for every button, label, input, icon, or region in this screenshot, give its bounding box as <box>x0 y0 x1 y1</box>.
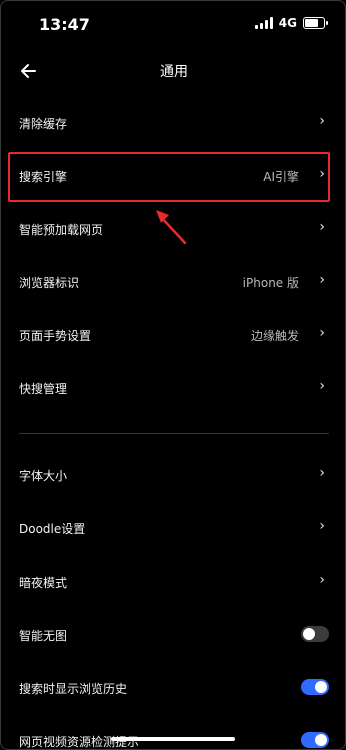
toggle-switch[interactable] <box>301 732 329 748</box>
chevron-right-icon: › <box>319 219 325 235</box>
settings-row-clear-cache[interactable]: 清除缓存 › <box>1 98 345 150</box>
toggle-knob <box>303 628 315 640</box>
status-bar: 13:47 4G <box>1 1 345 49</box>
settings-row-quick-search[interactable]: 快搜管理 › <box>1 363 345 415</box>
chevron-right-icon: › <box>319 572 325 588</box>
settings-row-label: Doodle设置 <box>19 522 86 536</box>
settings-row-label: 浏览器标识 <box>19 276 80 290</box>
chevron-right-icon: › <box>319 465 325 481</box>
network-type: 4G <box>278 16 297 30</box>
chevron-right-icon: › <box>319 325 325 341</box>
toggle-switch[interactable] <box>301 679 329 695</box>
settings-row-smart-no-image[interactable]: 智能无图 <box>1 610 345 662</box>
settings-row-label: 智能无图 <box>19 629 68 643</box>
toggle-knob <box>315 734 327 746</box>
settings-row-label: 智能预加载网页 <box>19 223 104 237</box>
settings-row-font-size[interactable]: 字体大小 › <box>1 450 345 502</box>
settings-row-label: 页面手势设置 <box>19 329 92 343</box>
settings-row-label: 字体大小 <box>19 469 68 483</box>
settings-row-label: 清除缓存 <box>19 117 68 131</box>
page-title: 通用 <box>160 64 188 80</box>
settings-row-value: iPhone 版 <box>242 276 299 290</box>
settings-row-night-mode[interactable]: 暗夜模式 › <box>1 557 345 609</box>
home-indicator <box>111 737 235 741</box>
annotation-highlight-box <box>8 152 330 202</box>
status-time: 13:47 <box>39 15 90 34</box>
chevron-right-icon: › <box>319 518 325 534</box>
settings-row-doodle-settings[interactable]: Doodle设置 › <box>1 503 345 555</box>
settings-row-value: 边缘触发 <box>250 329 299 343</box>
settings-row-label: 搜索时显示浏览历史 <box>19 682 128 696</box>
settings-row-label: 暗夜模式 <box>19 576 68 590</box>
chevron-right-icon: › <box>319 272 325 288</box>
settings-row-gesture-settings[interactable]: 页面手势设置 边缘触发 › <box>1 310 345 362</box>
settings-row-browser-id[interactable]: 浏览器标识 iPhone 版 › <box>1 257 345 309</box>
settings-row-label: 网页视频资源检测提示 <box>19 735 140 749</box>
nav-bar: 通用 <box>1 51 345 91</box>
battery-icon <box>303 17 328 29</box>
chevron-right-icon: › <box>319 113 325 129</box>
annotation-arrow-icon <box>156 210 187 245</box>
status-indicators: 4G <box>254 16 328 30</box>
settings-row-show-history[interactable]: 搜索时显示浏览历史 <box>1 663 345 715</box>
toggle-knob <box>315 681 327 693</box>
settings-row-label: 快搜管理 <box>19 382 68 396</box>
phone-frame: 13:47 4G 通用 清除缓存 › 搜索引擎 AI引擎 › 智能预加载网页 › 浏览器标识 i… <box>0 0 346 750</box>
section-divider <box>19 433 329 434</box>
signal-icon <box>254 17 273 29</box>
chevron-right-icon: › <box>319 378 325 394</box>
toggle-switch[interactable] <box>301 626 329 642</box>
settings-row-video-detect[interactable]: 网页视频资源检测提示 <box>1 716 345 749</box>
